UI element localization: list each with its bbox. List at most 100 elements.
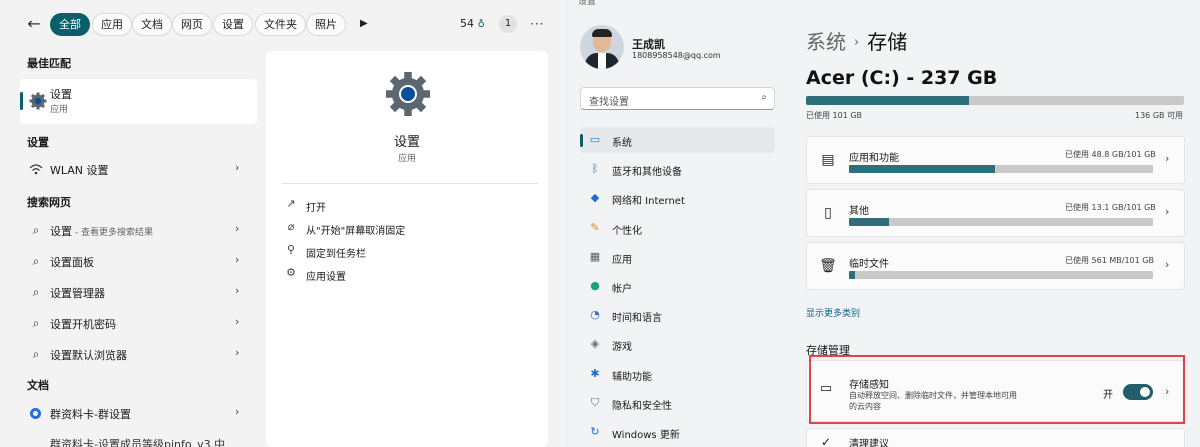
- category-usage: 已使用 48.8 GB/101 GB: [1065, 150, 1156, 159]
- category-temp-files[interactable]: 🗑︎ 临时文件 已使用 561 MB/101 GB ›: [806, 242, 1185, 290]
- window-title: 设置: [578, 0, 597, 7]
- chevron-right-icon: ›: [1165, 258, 1170, 271]
- filter-documents[interactable]: 文档: [132, 13, 172, 36]
- filter-web[interactable]: 网页: [172, 13, 212, 36]
- unpin-icon: ⌀: [287, 220, 295, 233]
- drive-title: Acer (C:) - 237 GB: [806, 67, 998, 89]
- category-usage: 已使用 13.1 GB/101 GB: [1065, 203, 1156, 212]
- search-filter-bar: ← 全部 应用 文档 网页 设置 文件夹 照片 ▶ 54 ♁ 1 ···: [0, 0, 566, 46]
- best-match-item[interactable]: 设置 应用: [20, 79, 257, 124]
- category-label: 临时文件: [849, 259, 889, 270]
- result-label: 设置面板: [50, 256, 94, 269]
- action-app-settings[interactable]: ⚙ 应用设置: [284, 265, 524, 285]
- search-icon: ⌕: [32, 254, 40, 268]
- nav-item-label: 网络和 Internet: [612, 196, 685, 208]
- more-options-icon[interactable]: ···: [530, 15, 546, 33]
- highlight-annotation: [809, 355, 1185, 424]
- web-result-settings-manager[interactable]: ⌕ 设置管理器 ›: [20, 279, 257, 307]
- category-apps-features[interactable]: ▤ 应用和功能 已使用 48.8 GB/101 GB ›: [806, 136, 1185, 184]
- nav-item-label: 游戏: [612, 342, 632, 354]
- settings-gear-large-icon: [386, 72, 430, 116]
- action-unpin-start[interactable]: ⌀ 从"开始"屏幕取消固定: [284, 219, 524, 239]
- filter-apps[interactable]: 应用: [92, 13, 132, 36]
- action-pin-taskbar[interactable]: ⚲ 固定到任务栏: [284, 242, 524, 262]
- chevron-right-icon: ›: [854, 35, 860, 50]
- nav-item-label: Windows 更新: [612, 430, 680, 441]
- nav-item-1[interactable]: ▭ 系统: [580, 127, 775, 153]
- selection-indicator: [580, 134, 583, 147]
- search-icon: ⌕: [761, 92, 767, 103]
- web-result-settings[interactable]: ⌕ 设置 - 查看更多搜索结果 ›: [20, 217, 257, 245]
- nav-item-9[interactable]: ✱ 辅助功能: [580, 361, 775, 387]
- result-label: 群资料卡-群设置: [50, 408, 131, 421]
- action-label: 固定到任务栏: [306, 249, 366, 260]
- wifi-icon: ◆: [590, 191, 600, 205]
- chevron-right-icon: ›: [235, 222, 240, 235]
- breadcrumb-parent[interactable]: 系统: [806, 30, 846, 54]
- nav-item-2[interactable]: ᛒ 蓝牙和其他设备: [580, 156, 775, 182]
- other-files-icon: ▯: [824, 205, 832, 221]
- avatar: [580, 25, 624, 69]
- drive-usage-bar: [806, 96, 1184, 105]
- nav-item-8[interactable]: ◈ 游戏: [580, 331, 775, 357]
- nav-item-label: 系统: [612, 138, 632, 149]
- nav-item-label: 蓝牙和其他设备: [612, 167, 682, 179]
- nav-item-label: 个性化: [612, 225, 642, 237]
- cleanup-label: 清理建议: [849, 439, 889, 447]
- chevron-right-icon: ›: [235, 405, 240, 418]
- detail-app-name: 设置: [393, 135, 420, 150]
- divider: [282, 183, 538, 184]
- nav-item-10[interactable]: ⛉ 隐私和安全性: [580, 390, 775, 416]
- filter-all[interactable]: 全部: [50, 13, 90, 36]
- web-result-default-browser[interactable]: ⌕ 设置默认浏览器 ›: [20, 341, 257, 369]
- settings-section-title: 设置: [27, 136, 49, 149]
- points-value: 54: [460, 17, 474, 30]
- chevron-right-icon: ›: [235, 253, 240, 266]
- best-match-type: 应用: [50, 105, 69, 115]
- result-label: 设置开机密码: [50, 318, 116, 331]
- action-label: 打开: [306, 203, 326, 214]
- chevron-right-icon: ›: [235, 161, 240, 174]
- filter-photos[interactable]: 照片: [306, 13, 346, 36]
- apps-icon: ▦: [589, 249, 601, 263]
- nav-item-6[interactable]: ● 帐户: [580, 273, 775, 299]
- brush-icon: ✎: [590, 220, 600, 234]
- nav-item-11[interactable]: ↻ Windows 更新: [580, 419, 775, 445]
- rewards-points[interactable]: 54 ♁: [460, 15, 489, 34]
- settings-search-input[interactable]: 查找设置 ⌕: [580, 87, 775, 110]
- web-result-settings-panel[interactable]: ⌕ 设置面板 ›: [20, 248, 257, 276]
- filter-folders[interactable]: 文件夹: [255, 13, 306, 36]
- chevron-right-icon: ›: [235, 284, 240, 297]
- search-icon: ⌕: [32, 223, 40, 237]
- web-result-boot-password[interactable]: ⌕ 设置开机密码 ›: [20, 310, 257, 338]
- category-other[interactable]: ▯ 其他 已使用 13.1 GB/101 GB ›: [806, 189, 1185, 237]
- result-label: 设置管理器: [50, 287, 105, 300]
- document-result-partial[interactable]: 群资料卡-设置成员等级pinfo_v3.中: [50, 436, 225, 447]
- user-profile[interactable]: 王成凯 1808958548@qq.com: [580, 25, 770, 70]
- nav-item-7[interactable]: ◔ 时间和语言: [580, 302, 775, 328]
- document-result-group-settings[interactable]: 群资料卡-群设置 ›: [20, 400, 257, 428]
- nav-item-5[interactable]: ▦ 应用: [580, 244, 775, 270]
- search-icon: ⌕: [32, 285, 40, 299]
- nav-item-4[interactable]: ✎ 个性化: [580, 215, 775, 241]
- back-arrow-icon[interactable]: ←: [24, 14, 44, 34]
- chevron-right-icon: ›: [1165, 205, 1170, 218]
- play-more-filters-icon[interactable]: ▶: [360, 15, 374, 33]
- show-more-categories-link[interactable]: 显示更多类别: [806, 306, 860, 319]
- notification-badge[interactable]: 1: [499, 15, 517, 33]
- trash-icon: 🗑︎: [819, 258, 837, 274]
- result-wlan-settings[interactable]: WLAN 设置 ›: [20, 156, 257, 184]
- gear-icon: ⚙: [286, 266, 296, 279]
- result-label: WLAN 设置: [50, 164, 109, 177]
- action-label: 从"开始"屏幕取消固定: [306, 226, 406, 237]
- cleanup-recommendations[interactable]: ✓ 清理建议: [806, 428, 1185, 447]
- filter-settings[interactable]: 设置: [213, 13, 253, 36]
- accessibility-icon: ✱: [590, 366, 600, 380]
- result-label: 设置默认浏览器: [50, 349, 127, 362]
- documents-section-title: 文档: [27, 379, 49, 392]
- nav-item-label: 帐户: [612, 284, 632, 295]
- chevron-right-icon: ›: [1165, 152, 1170, 165]
- shield-icon: ⛉: [590, 395, 600, 409]
- action-open[interactable]: ↗ 打开: [284, 196, 524, 216]
- nav-item-3[interactable]: ◆ 网络和 Internet: [580, 185, 775, 211]
